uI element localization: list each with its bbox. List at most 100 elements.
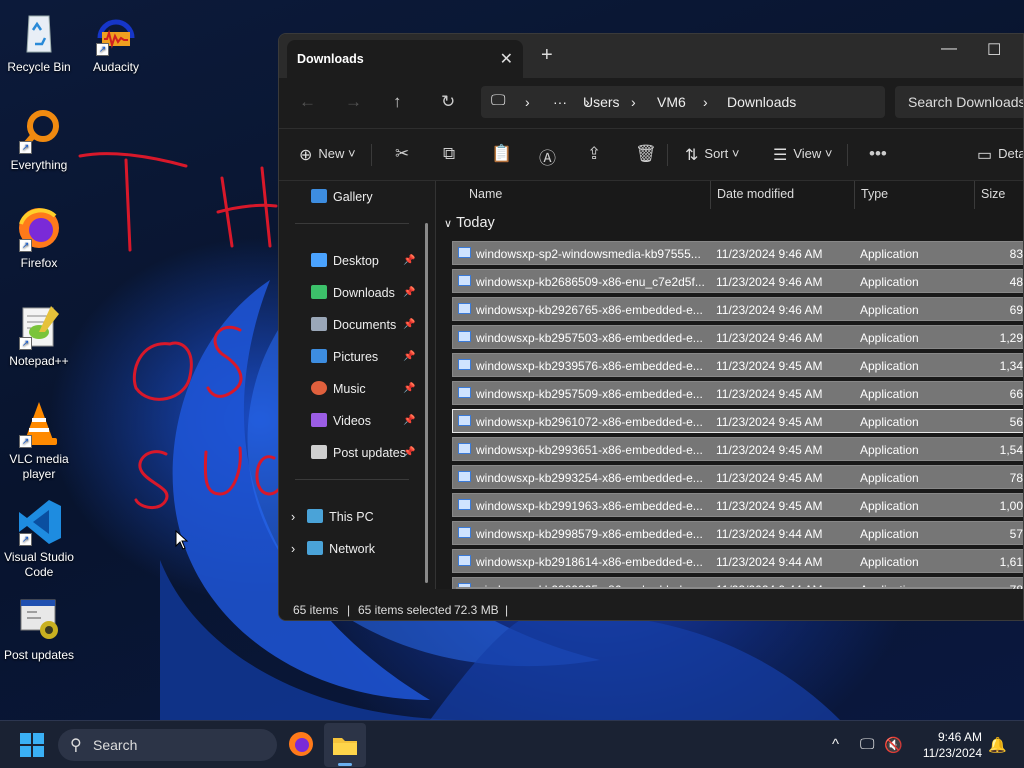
table-row[interactable]: windowsxp-kb2993651-x86-embedded-e... 11/…: [452, 437, 1023, 461]
table-row[interactable]: windowsxp-kb2961072-x86-embedded-e... 11/…: [452, 409, 1023, 433]
taskbar: ⚲ Search ^ 🖵 🔇 9:46 AM 11/23/2024 🔔: [0, 720, 1024, 768]
rename-icon[interactable]: Ⓐ: [539, 144, 556, 169]
refresh-icon[interactable]: ↻: [441, 92, 455, 112]
sidebar-item-videos[interactable]: Videos: [311, 413, 371, 428]
start-button[interactable]: [20, 733, 44, 757]
share-icon[interactable]: ⇪: [587, 144, 601, 164]
minimize-button[interactable]: —: [941, 40, 957, 58]
details-pane-button[interactable]: ▭Details: [977, 145, 1023, 165]
sidebar-item-pictures[interactable]: Pictures: [311, 349, 378, 364]
taskbar-firefox[interactable]: [288, 731, 314, 757]
desktop-icon-label: Everything: [10, 158, 68, 172]
forward-arrow-icon[interactable]: →: [345, 92, 362, 112]
sidebar-item-music[interactable]: Music: [311, 381, 366, 396]
tab-downloads[interactable]: Downloads ✕: [287, 40, 523, 78]
file-date: 11/23/2024 9:46 AM: [716, 275, 823, 289]
maximize-button[interactable]: ☐: [987, 40, 1001, 60]
sort-button[interactable]: ⇅ Sort ˅: [685, 145, 739, 165]
chevron-right-icon[interactable]: ›: [291, 542, 295, 556]
taskbar-search[interactable]: ⚲ Search: [58, 729, 277, 761]
group-header-today[interactable]: ∨ Today: [444, 215, 495, 231]
table-row[interactable]: windowsxp-kb2957503-x86-embedded-e... 11/…: [452, 325, 1023, 349]
file-date: 11/23/2024 9:46 AM: [716, 247, 823, 261]
divider: |: [505, 603, 509, 617]
desktop-icon-label: Audacity: [92, 60, 140, 74]
file-type: Application: [860, 387, 919, 401]
search-input[interactable]: Search Downloads: [895, 86, 1023, 118]
new-button[interactable]: ⊕ New ˅: [299, 145, 356, 165]
close-tab-icon[interactable]: ✕: [500, 49, 513, 69]
pin-icon[interactable]: 📌: [403, 287, 415, 298]
firefox-icon: ↗: [15, 204, 63, 252]
back-arrow-icon[interactable]: ←: [299, 92, 316, 112]
delete-icon[interactable]: 🗑: [635, 144, 657, 164]
file-name: windowsxp-kb2993254-x86-embedded-e...: [476, 471, 703, 485]
pin-icon[interactable]: 📌: [403, 447, 415, 458]
cut-icon[interactable]: ✂: [395, 144, 409, 164]
volume-muted-icon[interactable]: 🔇: [884, 736, 903, 754]
divider: [710, 181, 711, 209]
desktop-icon-firefox[interactable]: ↗ Firefox: [1, 204, 77, 271]
pin-icon[interactable]: 📌: [403, 415, 415, 426]
table-row[interactable]: windowsxp-kb2918614-x86-embedded-e... 11/…: [452, 549, 1023, 573]
file-type: Application: [860, 443, 919, 457]
divider: [974, 181, 975, 209]
table-row[interactable]: windowsxp-kb2998579-x86-embedded-e... 11/…: [452, 521, 1023, 545]
breadcrumb-vm6[interactable]: VM6: [657, 94, 686, 110]
desktop-icon-post-updates[interactable]: Post updates: [1, 596, 77, 663]
column-header-size[interactable]: Size: [981, 187, 1005, 201]
up-arrow-icon[interactable]: ↑: [393, 92, 402, 112]
notifications-bell-icon[interactable]: 🔔: [988, 736, 1007, 754]
taskbar-file-explorer[interactable]: [324, 723, 366, 767]
table-row[interactable]: windowsxp-kb2957509-x86-embedded-e... 11/…: [452, 381, 1023, 405]
table-row[interactable]: windowsxp-kb2686509-x86-enu_c7e2d5f... 11…: [452, 269, 1023, 293]
sidebar-scrollbar[interactable]: [425, 223, 428, 583]
address-bar[interactable]: 🖵 › ··· › Users › VM6 › Downloads: [481, 86, 885, 118]
pin-icon[interactable]: 📌: [403, 383, 415, 394]
network-status-icon[interactable]: 🖵: [860, 736, 874, 753]
application-file-icon: [458, 555, 471, 566]
desktop-icon-notepadpp[interactable]: ↗ Notepad++: [1, 302, 77, 369]
copy-icon[interactable]: ⧉: [443, 144, 455, 164]
column-header-date[interactable]: Date modified: [717, 187, 794, 201]
file-size: 1,54: [999, 443, 1023, 457]
sidebar-item-this-pc[interactable]: › This PC: [291, 509, 374, 524]
new-tab-button[interactable]: +: [541, 44, 553, 67]
breadcrumb-users[interactable]: Users: [583, 94, 620, 110]
sidebar-item-gallery[interactable]: Gallery: [311, 189, 373, 204]
desktop-icon-vscode[interactable]: ↗ Visual Studio Code: [1, 498, 77, 580]
pin-icon[interactable]: 📌: [403, 319, 415, 330]
details-pane-icon: ▭: [977, 147, 993, 164]
pin-icon[interactable]: 📌: [403, 255, 415, 266]
sidebar-item-documents[interactable]: Documents: [311, 317, 396, 332]
sidebar-item-network[interactable]: › Network: [291, 541, 375, 556]
windows-logo-icon: [20, 733, 44, 757]
sidebar-item-downloads[interactable]: Downloads: [311, 285, 395, 300]
column-header-name[interactable]: Name: [469, 187, 502, 201]
paste-icon[interactable]: 📋: [491, 144, 512, 164]
desktop-icon-label: Post updates: [3, 648, 75, 662]
table-row[interactable]: windowsxp-sp2-windowsmedia-kb97555... 11/…: [452, 241, 1023, 265]
desktop-icon-audacity[interactable]: ↗ Audacity: [78, 8, 154, 75]
file-size: 1,61: [999, 555, 1023, 569]
file-size: 69: [1009, 303, 1023, 317]
overflow-dots-icon[interactable]: ···: [553, 94, 567, 110]
table-row[interactable]: windowsxp-kb2939576-x86-embedded-e... 11/…: [452, 353, 1023, 377]
sidebar-item-desktop[interactable]: Desktop: [311, 253, 379, 268]
table-row[interactable]: windowsxp-kb2926765-x86-embedded-e... 11/…: [452, 297, 1023, 321]
more-options-icon[interactable]: •••: [869, 144, 887, 164]
sidebar-item-post-updates[interactable]: Post updates: [311, 445, 406, 460]
table-row[interactable]: windowsxp-kb2991963-x86-embedded-e... 11/…: [452, 493, 1023, 517]
breadcrumb-downloads[interactable]: Downloads: [727, 94, 796, 110]
chevron-right-icon[interactable]: ›: [291, 510, 295, 524]
desktop-icon-recycle-bin[interactable]: Recycle Bin: [1, 8, 77, 75]
system-clock[interactable]: 9:46 AM 11/23/2024: [908, 729, 982, 761]
desktop-icon-everything[interactable]: ↗ Everything: [1, 106, 77, 173]
table-row[interactable]: windowsxp-kb2993254-x86-embedded-e... 11/…: [452, 465, 1023, 489]
show-hidden-icons-chevron-icon[interactable]: ^: [832, 736, 839, 753]
application-file-icon: [458, 499, 471, 510]
desktop-icon-vlc[interactable]: ↗ VLC media player: [1, 400, 77, 482]
pin-icon[interactable]: 📌: [403, 351, 415, 362]
view-button[interactable]: ☰ View ˅: [773, 145, 833, 165]
column-header-type[interactable]: Type: [861, 187, 888, 201]
